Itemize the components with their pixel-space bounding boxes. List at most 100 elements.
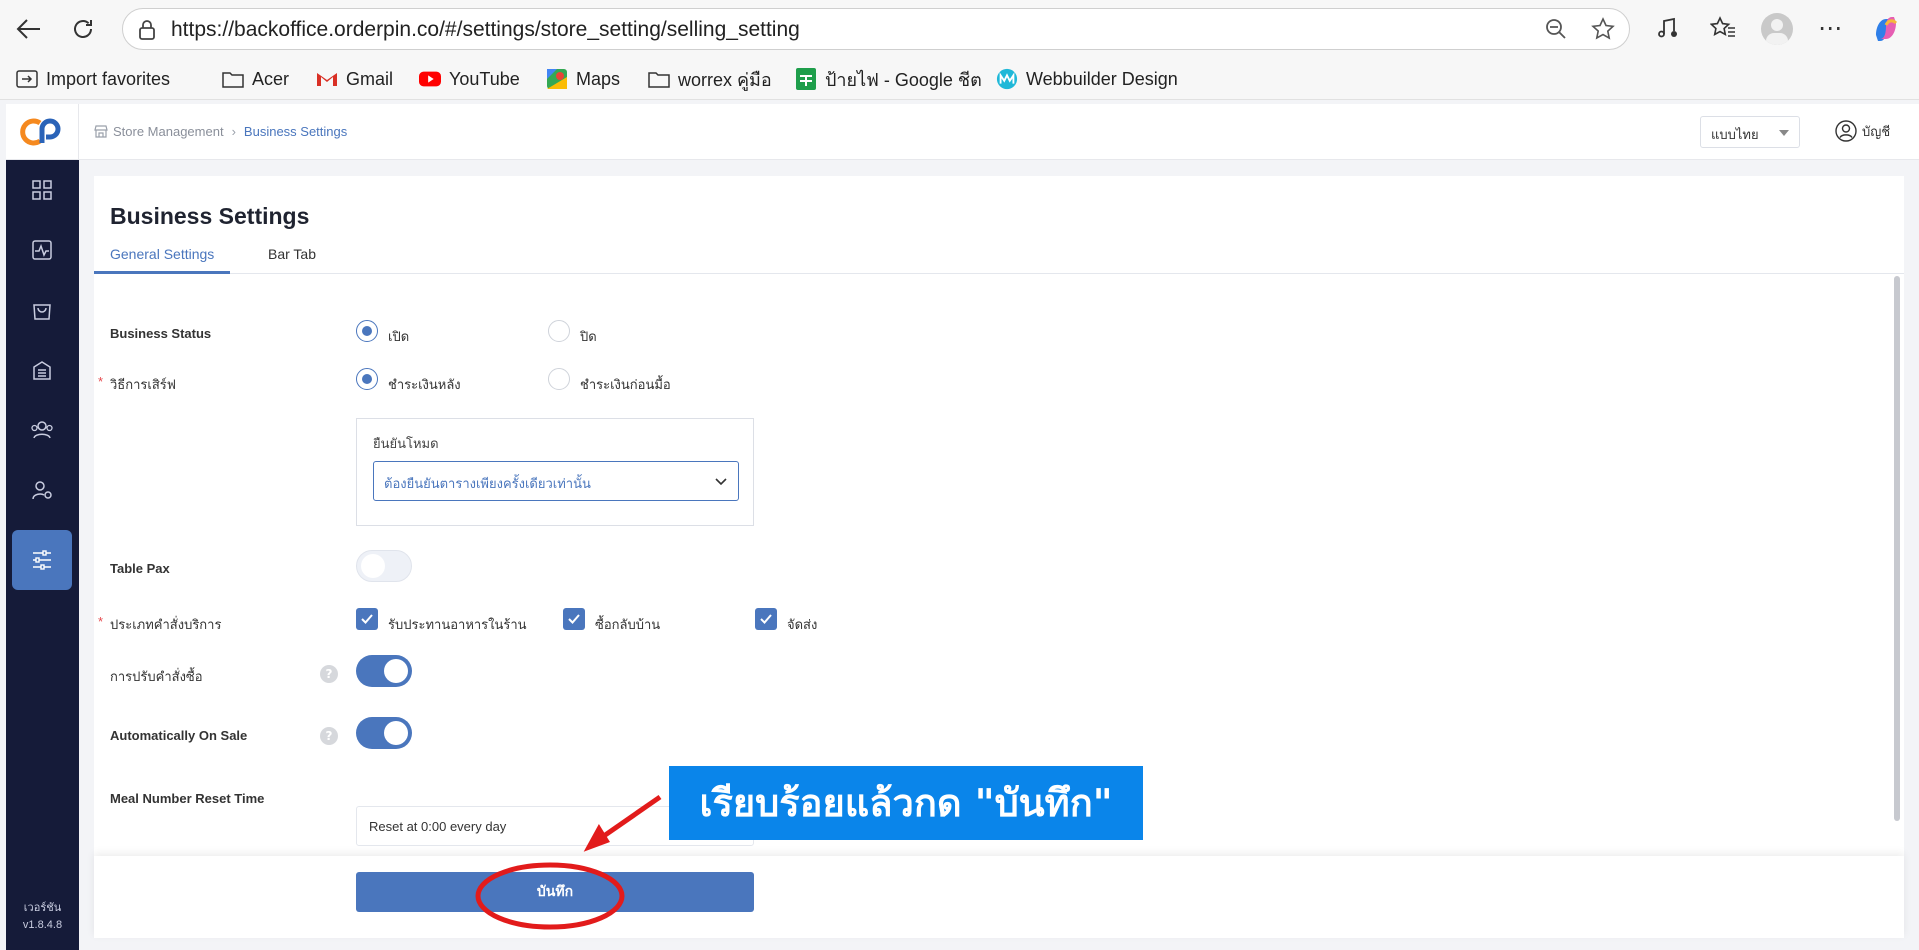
sidebar-item-settings[interactable] [12,530,72,590]
radio-pay-before-label: ชำระเงินก่อนมื้อ [580,378,671,393]
checkbox-delivery[interactable] [755,608,777,630]
bookmark-google-sheet[interactable]: ป้ายไฟ - Google ชีต [795,66,982,92]
auto-on-sale-label: Automatically On Sale [110,728,248,743]
tab-general-settings[interactable]: General Settings [110,246,214,262]
check-icon [361,614,373,624]
sidebar-item-staff[interactable] [12,460,72,520]
favorite-star-icon[interactable] [1591,17,1615,45]
confirm-mode-select[interactable]: ต้องยืนยันตารางเพียงครั้งเดียวเท่านั้น [373,461,739,501]
confirm-mode-label: ยืนยันโหมด [373,437,439,452]
gmail-icon [316,69,338,89]
required-mark: * [98,374,104,389]
account-label: บัญชี [1862,124,1891,140]
chevron-down-icon [715,478,727,486]
sidebar-item-store[interactable] [12,340,72,400]
users-icon [31,421,53,439]
sidebar-item-dashboard[interactable] [12,160,72,220]
bookmark-gmail[interactable]: Gmail [316,66,393,92]
save-button[interactable]: บันทึก [356,872,754,912]
checkbox-dine-in-label: รับประทานอาหารในร้าน [388,618,527,633]
page-title: Business Settings [110,203,310,229]
version-number: v1.8.4.8 [22,919,63,931]
version-info: เวอร์ชัน v1.8.4.8 [6,900,79,934]
bookmark-label: Webbuilder Design [1026,68,1178,89]
breadcrumb: Store Management › Business Settings [94,124,347,139]
radio-business-open[interactable] [356,320,378,342]
lock-icon[interactable] [137,19,157,45]
order-adjust-toggle[interactable] [356,655,412,687]
url-text: https://backoffice.orderpin.co/#/setting… [171,18,800,41]
breadcrumb-business-settings: Business Settings [243,124,348,139]
tab-divider [94,273,1904,274]
order-types-text: ประเภทคำสั่งบริการ [110,617,222,632]
order-types-label: * ประเภทคำสั่งบริการ [98,614,222,635]
sliders-icon [33,550,51,570]
back-icon[interactable] [10,10,48,48]
webbuilder-icon [996,68,1018,90]
annotation-text: เรียบร้อยแล้วกด "บันทึก" [699,781,1113,825]
sidebar-item-reports[interactable] [12,220,72,280]
business-status-label: Business Status [110,326,212,341]
meal-reset-value: Reset at 0:00 every day [369,819,507,834]
check-icon [760,614,772,624]
bookmark-label: ป้ายไฟ - Google ชีต [825,69,982,90]
auto-on-sale-toggle[interactable] [356,717,412,749]
bookmark-youtube[interactable]: YouTube [419,66,520,92]
store-icon [94,125,108,138]
radio-pay-before[interactable] [548,368,570,390]
user-settings-icon [32,481,52,500]
confirm-mode-value: ต้องยืนยันตารางเพียงครั้งเดียวเท่านั้น [384,477,591,492]
sidebar-item-members[interactable] [12,400,72,460]
checkbox-takeaway[interactable] [563,608,585,630]
browser-toolbar: https://backoffice.orderpin.co/#/setting… [0,0,1919,58]
form-footer: บันทึก [94,856,1904,938]
tab-bar-tab[interactable]: Bar Tab [268,246,316,262]
activity-icon [32,240,52,260]
radio-business-closed-label: ปิด [580,330,597,345]
breadcrumb-store-management[interactable]: Store Management [113,124,224,139]
bookmark-maps[interactable]: Maps [546,66,620,92]
service-method-text: วิธีการเสิร์ฟ [110,377,176,392]
auto-on-sale-help-icon[interactable]: ? [320,727,338,745]
meal-reset-label: Meal Number Reset Time [110,791,265,806]
active-tab-indicator [94,271,230,274]
radio-business-closed[interactable] [548,320,570,342]
maps-icon [546,69,568,89]
address-bar[interactable]: https://backoffice.orderpin.co/#/setting… [122,8,1630,50]
zoom-out-icon[interactable] [1545,18,1567,44]
bookmark-webbuilder[interactable]: Webbuilder Design [996,66,1178,92]
bookmark-label: worrex คู่มือ [678,69,772,90]
sidebar [6,160,79,950]
more-icon[interactable]: ⋯ [1818,14,1843,42]
dashboard-icon [32,180,52,200]
checkbox-takeaway-label: ซื้อกลับบ้าน [595,618,661,633]
account-menu[interactable]: บัญชี [1835,120,1890,142]
order-adjust-help-icon[interactable]: ? [320,665,338,683]
folder-icon [648,69,670,89]
bookmark-label: Acer [252,68,290,89]
language-value: แบบไทย [1711,128,1759,143]
annotation-callout: เรียบร้อยแล้วกด "บันทึก" [669,766,1143,840]
bookmark-label: Maps [576,68,621,89]
profile-avatar[interactable] [1761,13,1793,45]
app-logo[interactable] [6,104,79,160]
breadcrumb-separator-icon: › [231,124,236,139]
radio-pay-after[interactable] [356,368,378,390]
radio-business-open-label: เปิด [388,330,410,345]
bookmark-import-favorites[interactable]: Import favorites [16,66,170,92]
table-pax-label: Table Pax [110,561,170,576]
order-adjust-label: การปรับคำสั่งซื้อ [110,669,203,684]
refresh-icon[interactable] [64,10,102,48]
sidebar-item-orders[interactable] [12,280,72,340]
checkbox-dine-in[interactable] [356,608,378,630]
language-select[interactable]: แบบไทย [1700,116,1800,148]
favorites-icon[interactable] [1709,16,1736,44]
copilot-icon[interactable] [1870,13,1902,49]
media-icon[interactable] [1655,16,1679,44]
bookmark-worrex[interactable]: worrex คู่มือ [648,66,772,92]
version-label: เวอร์ชัน [23,902,62,914]
radio-pay-after-label: ชำระเงินหลัง [388,378,461,393]
bookmark-acer[interactable]: Acer [222,66,289,92]
table-pax-toggle[interactable] [356,550,412,582]
scrollbar[interactable] [1894,276,1900,821]
